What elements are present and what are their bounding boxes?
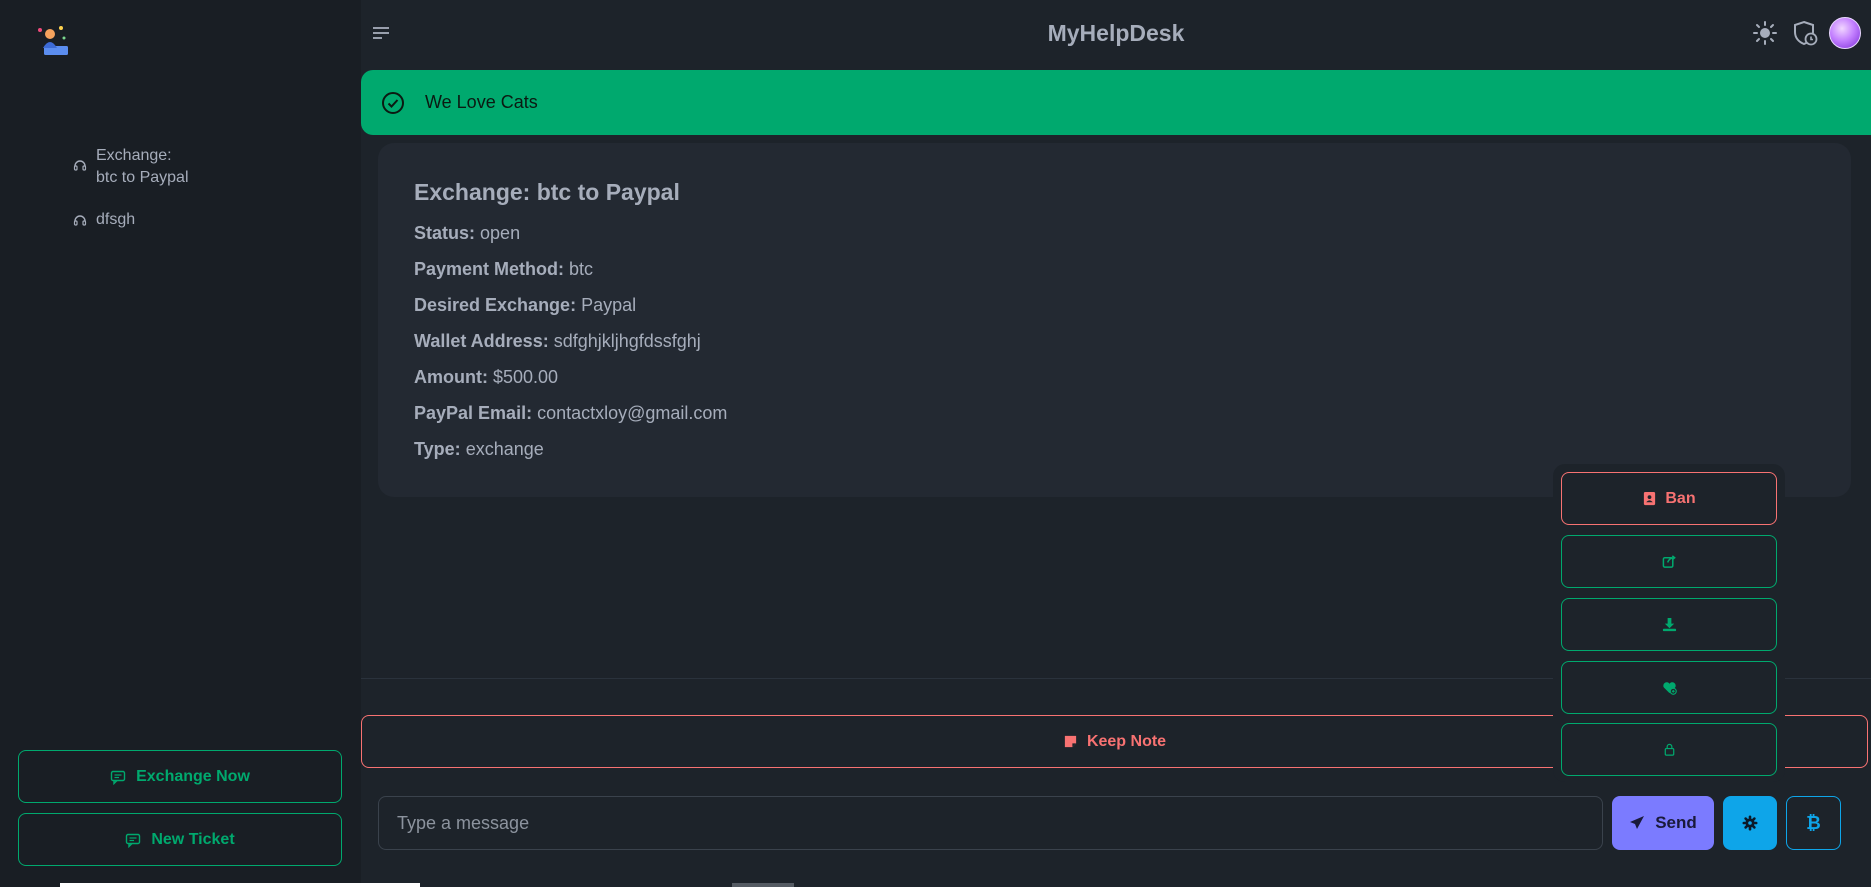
- scrollbar-thumb[interactable]: [732, 883, 794, 887]
- lock-button[interactable]: [1561, 723, 1777, 776]
- share-icon: [1662, 555, 1676, 568]
- field-value: contactxloy@gmail.com: [537, 403, 728, 423]
- ticket-field-type: Type: exchange: [414, 431, 1815, 467]
- user-avatar[interactable]: [1829, 17, 1861, 49]
- field-label: Desired Exchange:: [414, 295, 577, 315]
- field-value: Paypal: [581, 295, 637, 315]
- ban-button[interactable]: Ban: [1561, 472, 1777, 525]
- send-label: Send: [1655, 813, 1697, 832]
- field-value: sdfghjkljhgfdssfghj: [553, 331, 701, 351]
- ticket-item-exchange[interactable]: Exchange: btc to Paypal: [72, 145, 332, 189]
- app-logo[interactable]: [34, 22, 72, 58]
- download-button[interactable]: [1561, 598, 1777, 651]
- field-value: btc: [569, 259, 594, 279]
- field-label: Amount:: [414, 367, 488, 387]
- share-button[interactable]: [1561, 535, 1777, 588]
- gear-icon: [1742, 815, 1758, 831]
- sticky-note-icon: [1064, 735, 1077, 748]
- shield-clock-icon[interactable]: [1792, 20, 1818, 46]
- ticket-field-amount: Amount: $500.00: [414, 359, 1815, 395]
- heart-plus-icon: [1662, 682, 1677, 695]
- success-alert: We Love Cats: [361, 70, 1871, 135]
- paper-plane-icon: [1630, 816, 1645, 829]
- field-label: Payment Method:: [414, 259, 565, 279]
- headset-icon: [73, 215, 87, 226]
- download-icon: [1662, 617, 1676, 632]
- favorite-button[interactable]: [1561, 661, 1777, 714]
- ticket-field-desired-exchange: Desired Exchange: Paypal: [414, 287, 1815, 323]
- horizontal-scrollbar[interactable]: [60, 883, 420, 887]
- ban-label: Ban: [1665, 489, 1696, 507]
- check-circle-icon: [382, 91, 404, 114]
- ticket-field-paypal-email: PayPal Email: contactxloy@gmail.com: [414, 395, 1815, 431]
- field-value: open: [480, 223, 521, 243]
- ticket-title: Exchange: btc to Paypal: [414, 179, 680, 205]
- field-label: Type:: [414, 439, 461, 459]
- exchange-now-label: Exchange Now: [136, 767, 250, 785]
- bitcoin-icon: ₿: [1806, 812, 1821, 833]
- chat-icon: [126, 833, 141, 848]
- sun-icon[interactable]: [1752, 20, 1778, 46]
- ticket-item-dfsgh[interactable]: dfsgh: [72, 209, 332, 231]
- new-ticket-label: New Ticket: [151, 830, 235, 848]
- app-title: MyHelpDesk: [1047, 20, 1185, 46]
- ticket-details-card: Exchange: btc to Paypal Status: open Pay…: [378, 143, 1851, 497]
- ticket-item-label: dfsgh: [96, 211, 136, 228]
- sidebar: Exchange: btc to Paypal dfsgh Exchange N…: [0, 0, 361, 887]
- ticket-field-status: Status: open: [414, 215, 1815, 251]
- chat-icon: [110, 770, 126, 785]
- ticket-field-payment-method: Payment Method: btc: [414, 251, 1815, 287]
- app-logo-icon: [38, 26, 68, 55]
- contact-book-icon: [1644, 491, 1656, 506]
- keep-note-label: Keep Note: [1086, 732, 1167, 750]
- field-label: Wallet Address:: [414, 331, 549, 351]
- field-value: exchange: [465, 439, 544, 459]
- new-ticket-button[interactable]: New Ticket: [18, 813, 342, 866]
- bitcoin-button[interactable]: ₿: [1786, 796, 1841, 850]
- alert-text: We Love Cats: [425, 92, 538, 112]
- ticket-item-label: Exchange: btc to Paypal: [96, 147, 189, 186]
- headset-icon: [73, 160, 87, 171]
- exchange-now-button[interactable]: Exchange Now: [18, 750, 342, 803]
- lock-icon: [1664, 743, 1674, 756]
- field-label: Status:: [414, 223, 476, 243]
- message-input[interactable]: [378, 796, 1603, 850]
- settings-button[interactable]: [1723, 796, 1777, 850]
- field-label: PayPal Email:: [414, 403, 533, 423]
- ticket-list: Exchange: btc to Paypal dfsgh: [72, 145, 332, 251]
- ticket-field-wallet-address: Wallet Address: sdfghjkljhgfdssfghj: [414, 323, 1815, 359]
- field-value: $500.00: [493, 367, 559, 387]
- top-bar: MyHelpDesk: [361, 0, 1871, 68]
- send-button[interactable]: Send: [1612, 796, 1714, 850]
